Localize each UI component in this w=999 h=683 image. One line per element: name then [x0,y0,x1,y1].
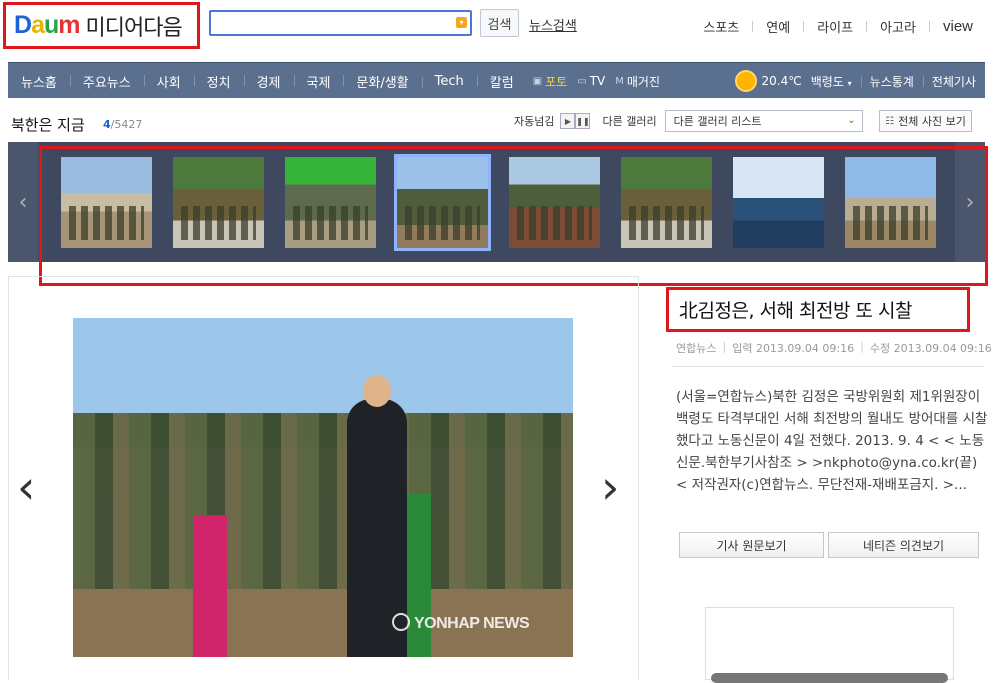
chevron-down-icon: ⌄ [847,115,856,126]
media-links: ▣ 포토 ▭ TV M 매거진 [533,73,670,90]
weather-location-select[interactable]: 백령도 ▾ [802,73,861,90]
all-photos-button[interactable]: ☷ 전체 사진 보기 [879,110,972,132]
comments-button[interactable]: 네티즌 의견보기 [828,532,979,558]
logo-letter: m [58,11,80,39]
main-nav: 뉴스홈 주요뉴스 사회 정치 경제 국제 문화/생활 Tech 칼럼 ▣ 포토 ▭… [8,62,985,98]
nav-item-world[interactable]: 국제 [293,72,344,91]
thumbnail[interactable] [509,157,600,248]
watermark-text: YONHAP NEWS [414,615,530,632]
top-link-sports[interactable]: 스포츠 [703,17,739,36]
top-link-agora[interactable]: 아고라 [880,17,916,36]
top-link-life[interactable]: 라이프 [817,17,853,36]
other-gallery-label: 다른 갤러리 [602,115,657,128]
article-title: 北김정은, 서해 최전방 또 시찰 [666,287,970,332]
divider: | [722,340,727,353]
nav-item-economy[interactable]: 경제 [243,72,294,91]
daum-logo[interactable]: Daum 미디어다음 [3,2,200,49]
tv-icon: ▭ [577,75,587,87]
top-link-entertainment[interactable]: 연예 [766,17,790,36]
gallery-counter: 4/5427 [103,118,142,131]
nav-item-culture[interactable]: 문화/생활 [343,72,421,91]
nav-item-news-home[interactable]: 뉴스홈 [8,72,70,91]
logo-letter: u [43,11,59,39]
nav-item-top-news[interactable]: 주요뉴스 [69,72,144,91]
strip-next-icon[interactable]: › [955,142,985,262]
divider: | [860,340,864,353]
divider [928,21,930,32]
other-gallery-value: 다른 갤러리 리스트 [673,115,762,128]
thumbnail-strip: ‹ › [8,142,985,262]
article-source[interactable]: 연합뉴스 [676,340,716,356]
thumbnail-active[interactable] [394,154,491,251]
article-modified: 수정 2013.09.04 09:16 [869,342,992,355]
magazine-icon: M [615,75,624,87]
weather-location: 백령도 [810,74,844,89]
photo-icon: ▣ [532,75,543,87]
nav-item-politics[interactable]: 정치 [193,72,244,91]
top-nav: 스포츠 연예 라이프 아고라 view [703,17,973,36]
all-articles-link[interactable]: 전체기사 [922,73,985,90]
all-photos-label: 전체 사진 보기 [898,115,966,128]
strip-prev-icon[interactable]: ‹ [8,142,38,262]
article-meta: 연합뉴스 | 입력 2013.09.04 09:16 | 수정 2013.09.… [676,340,992,356]
news-stats-link[interactable]: 뉴스통계 [860,73,923,90]
thumbnail[interactable] [285,157,376,248]
play-icon[interactable]: ▶ [560,113,576,129]
ad-banner[interactable] [705,607,954,683]
search-input[interactable] [211,12,470,34]
divider [866,21,868,32]
thumbnail[interactable] [173,157,264,248]
nav-item-tech[interactable]: Tech [421,74,477,89]
other-gallery-select[interactable]: 다른 갤러리 리스트 ⌄ [664,110,863,132]
nav-media-label: TV [589,74,606,88]
daum-wordmark: Daum [14,11,80,40]
gallery-controls: 자동넘김 ▶ ❚❚ 다른 갤러리 다른 갤러리 리스트 ⌄ [514,110,863,132]
yonhap-watermark: YONHAP NEWS [392,613,530,633]
photo-next-icon[interactable]: › [601,460,619,514]
sun-weather-icon [737,72,756,90]
nav-media-label: 매거진 [626,74,661,89]
weather-temperature: 20.4℃ [761,74,802,88]
thumbnail[interactable] [621,157,712,248]
search-button[interactable]: 검색 [480,9,519,37]
logo-letter: a [31,11,45,39]
nav-media-label: 포토 [545,74,568,89]
nav-item-tv[interactable]: ▭ TV [577,74,605,88]
nav-item-photo[interactable]: ▣ 포토 [533,73,568,90]
gallery-current-index: 4 [103,118,111,131]
divider [803,21,805,32]
logo-media-label: 미디어다음 [85,15,182,41]
nav-item-magazine[interactable]: M 매거진 [615,73,660,90]
gallery-title: 북한은 지금 [11,116,85,134]
article-posted: 입력 2013.09.04 09:16 [732,342,855,355]
nav-item-society[interactable]: 사회 [143,72,194,91]
article-body: (서울=연합뉴스)북한 김정은 국방위원회 제1위원장이 백령도 타격부대인 서… [676,389,988,493]
news-search-link[interactable]: 뉴스검색 [529,15,577,34]
divider [752,21,754,32]
thumbnail[interactable] [61,157,152,248]
logo-letter: D [14,11,32,39]
pause-icon[interactable]: ❚❚ [575,113,591,129]
gallery-total: /5427 [110,118,143,131]
grid-icon: ☷ [885,115,895,127]
original-article-button[interactable]: 기사 원문보기 [679,532,824,558]
photo-prev-icon[interactable]: ‹ [17,460,35,514]
thumbnail[interactable] [845,157,936,248]
search-box: ▾ [209,10,472,36]
nav-item-column[interactable]: 칼럼 [476,72,527,91]
meta-divider [672,366,984,367]
chevron-down-icon: ▾ [847,78,852,88]
search-options-icon[interactable]: ▾ [456,17,467,28]
thumbnail[interactable] [733,157,824,248]
main-photo[interactable] [73,318,573,657]
yonhap-logo-icon [392,613,410,631]
top-link-view[interactable]: view [943,18,973,35]
autoplay-label: 자동넘김 [514,115,555,128]
